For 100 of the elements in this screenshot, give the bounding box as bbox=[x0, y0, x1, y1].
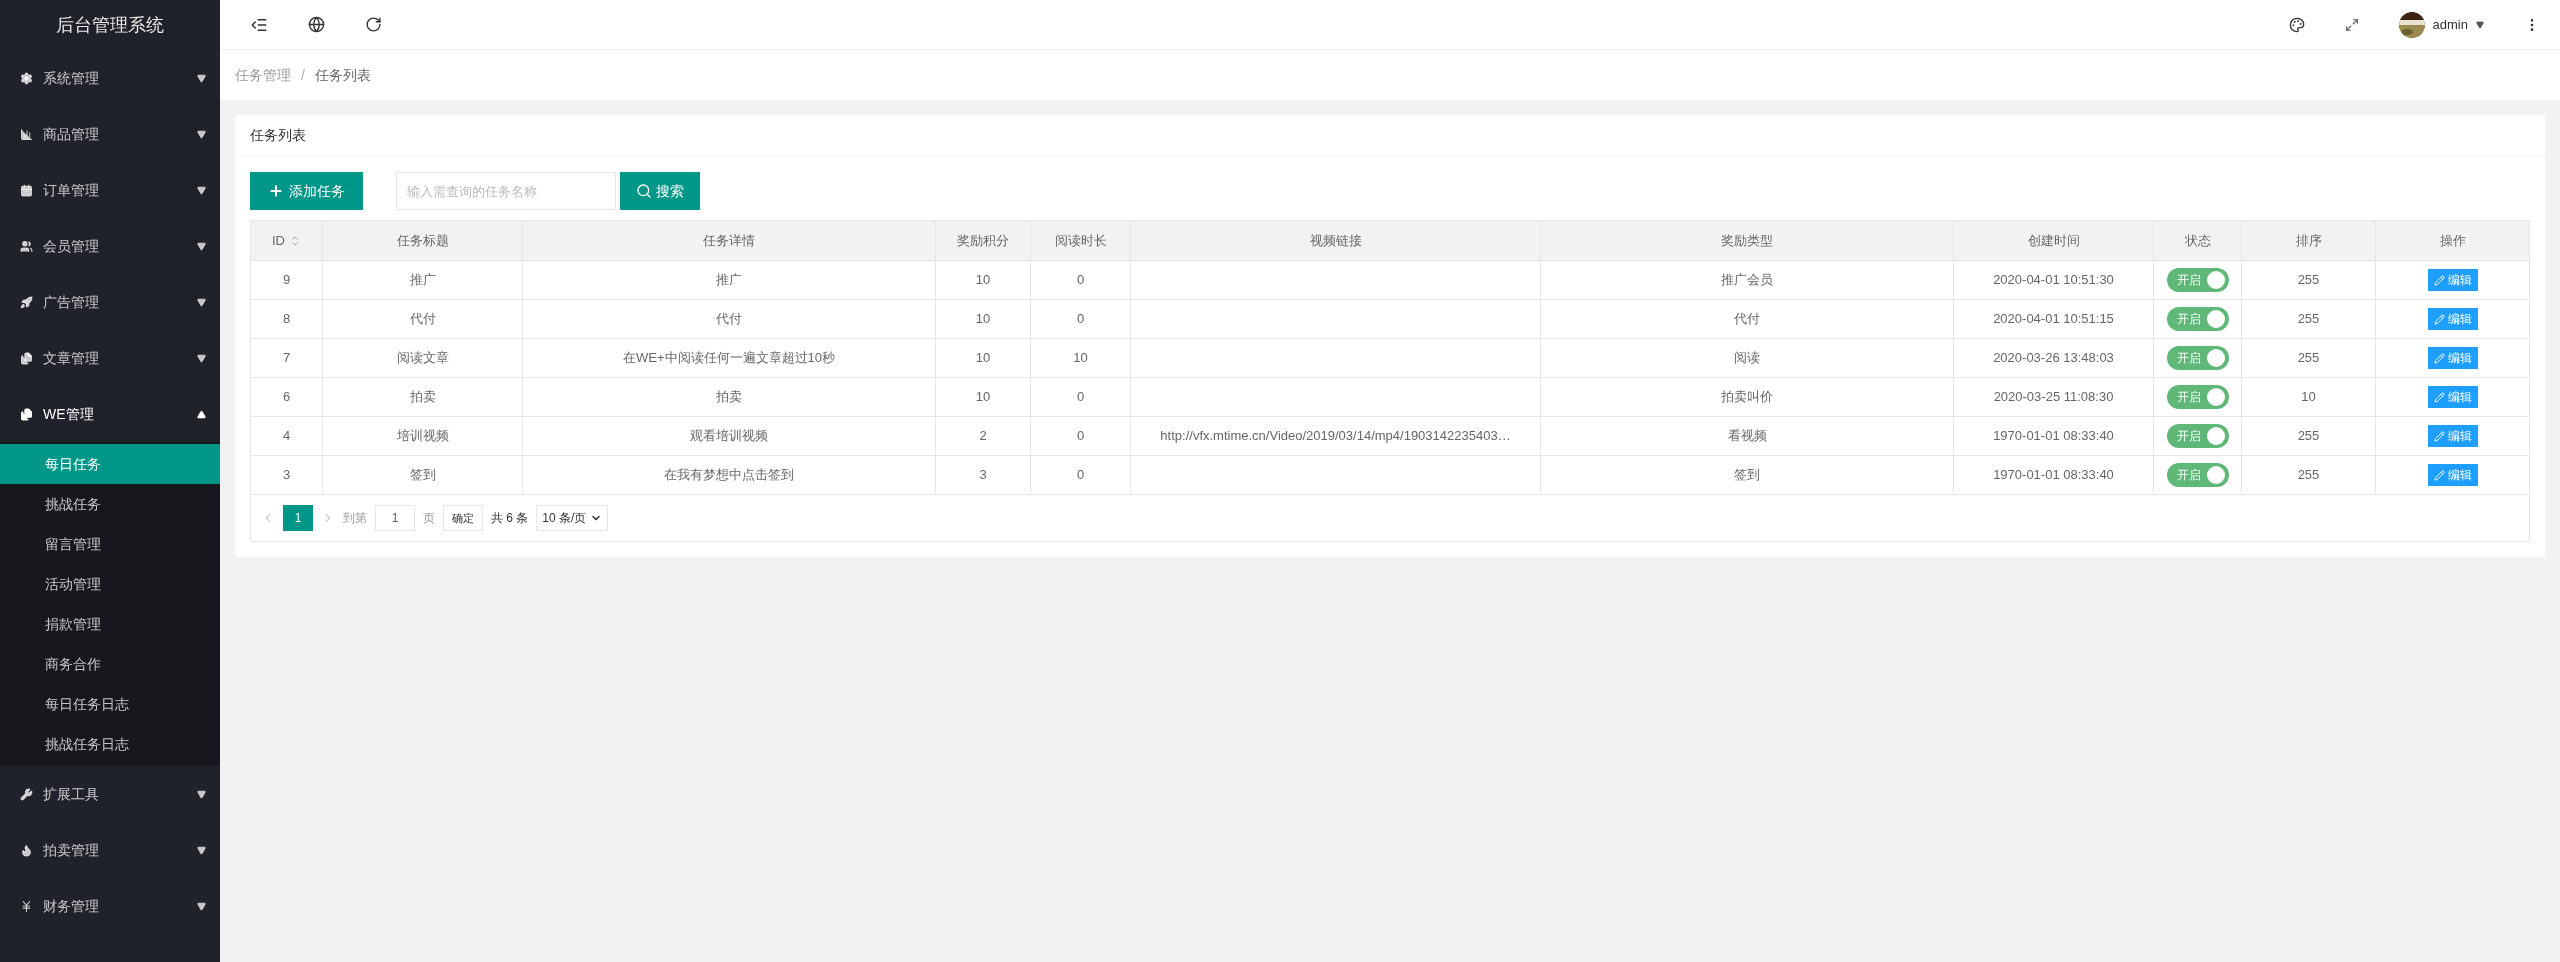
breadcrumb-link[interactable]: 任务列表 bbox=[314, 64, 371, 86]
table-cell-text: 3 bbox=[979, 466, 987, 485]
page-unit: 页 bbox=[423, 510, 435, 527]
column-header: 操作 bbox=[2439, 231, 2466, 250]
globe-icon[interactable] bbox=[308, 16, 325, 33]
column-header: 创建时间 bbox=[2027, 231, 2080, 250]
submenu-item[interactable]: 每日任务 bbox=[0, 444, 220, 484]
sidebar-item[interactable]: 会员管理 bbox=[0, 218, 220, 274]
plus-icon bbox=[268, 183, 284, 199]
submenu-item[interactable]: 留言管理 bbox=[0, 524, 220, 564]
pencil-icon bbox=[2433, 469, 2445, 481]
calendar-icon bbox=[20, 183, 33, 197]
caret-down-icon bbox=[197, 185, 206, 195]
user-name[interactable]: admin bbox=[2432, 14, 2468, 35]
submenu-item[interactable]: 挑战任务日志 bbox=[0, 724, 220, 764]
table-cell-text: 2020-04-01 10:51:15 bbox=[1993, 310, 2114, 329]
table-cell-text: 10 bbox=[1073, 349, 1088, 368]
table-cell-text: 0 bbox=[1076, 271, 1085, 290]
submenu-item[interactable]: 捐款管理 bbox=[0, 604, 220, 644]
sidebar-item[interactable]: 拍卖管理 bbox=[0, 822, 220, 878]
files-icon bbox=[20, 407, 33, 421]
table-cell-text: 9 bbox=[282, 271, 291, 290]
table-cell-text: 签到 bbox=[409, 466, 436, 485]
pencil-icon bbox=[2433, 352, 2445, 364]
submenu-item[interactable]: 挑战任务 bbox=[0, 484, 220, 524]
sidebar-item[interactable]: 广告管理 bbox=[0, 274, 220, 330]
table-cell-text: 拍卖叫价 bbox=[1721, 388, 1773, 407]
breadcrumb-separator: / bbox=[301, 65, 305, 85]
sidebar-item[interactable]: 系统管理 bbox=[0, 50, 220, 106]
yen-icon bbox=[20, 899, 33, 913]
table-cell-text: 7 bbox=[282, 349, 291, 368]
sidebar-item[interactable]: 扩展工具 bbox=[0, 766, 220, 822]
table-cell-text: 10 bbox=[975, 349, 991, 368]
submenu-item[interactable]: 每日任务日志 bbox=[0, 684, 220, 724]
column-header: 任务详情 bbox=[703, 231, 755, 250]
table-cell-text: 阅读文章 bbox=[396, 349, 449, 368]
sidebar-item[interactable]: 订单管理 bbox=[0, 162, 220, 218]
table-cell-text: 255 bbox=[2297, 466, 2320, 485]
column-header[interactable]: ID bbox=[272, 230, 285, 251]
add-button[interactable]: 添加任务 bbox=[250, 172, 363, 210]
column-header: 排序 bbox=[2295, 231, 2322, 250]
caret-down-icon bbox=[197, 129, 206, 139]
pencil-icon bbox=[2433, 313, 2445, 325]
gear-icon bbox=[20, 71, 33, 85]
sidebar-item[interactable]: 财务管理 bbox=[0, 878, 220, 934]
table-cell-text: 0 bbox=[1076, 427, 1085, 446]
table-cell-text: 代付 bbox=[1734, 310, 1760, 329]
sidebar-item[interactable]: 商品管理 bbox=[0, 106, 220, 162]
search-icon bbox=[636, 183, 652, 199]
page-size-select[interactable]: 10 条/页 bbox=[536, 505, 609, 531]
caret-down-icon bbox=[197, 297, 206, 307]
fullscreen-icon[interactable] bbox=[2344, 17, 2359, 32]
table-cell-text: 阅读 bbox=[1734, 349, 1760, 368]
confirm-button[interactable]: 确定 bbox=[443, 505, 483, 531]
table-cell-text: 2 bbox=[979, 427, 987, 446]
table-cell-text: 推广 bbox=[409, 271, 436, 290]
page-button[interactable]: 1 bbox=[283, 505, 313, 531]
search-field[interactable]: 输入需查询的任务名称 bbox=[396, 172, 616, 210]
table-cell-text: 2020-04-01 10:51:30 bbox=[1993, 271, 2114, 290]
table-cell-text: 10 bbox=[975, 271, 991, 290]
column-header: 阅读时长 bbox=[1054, 231, 1107, 250]
sidebar-item[interactable]: 文章管理 bbox=[0, 330, 220, 386]
goto-label: 到第 bbox=[343, 510, 367, 527]
page-input[interactable]: 1 bbox=[375, 505, 415, 531]
card-title: 任务列表 bbox=[235, 115, 2545, 157]
table-cell-text: 推广 bbox=[716, 271, 742, 290]
caret-down-icon bbox=[197, 241, 206, 251]
submenu-item[interactable]: 活动管理 bbox=[0, 564, 220, 604]
submenu-item[interactable]: 商务合作 bbox=[0, 644, 220, 684]
table-cell-text: 代付 bbox=[716, 310, 742, 329]
table-cell-text: 1970-01-01 08:33:40 bbox=[1993, 427, 2114, 446]
wrench-icon bbox=[20, 787, 33, 801]
caret-down-icon[interactable] bbox=[2476, 20, 2484, 29]
table-cell-text: 6 bbox=[282, 388, 291, 407]
search-button[interactable]: 搜索 bbox=[620, 172, 700, 210]
table-cell-text: 10 bbox=[975, 388, 991, 407]
palette-icon[interactable] bbox=[2288, 16, 2305, 33]
table-cell-text: 10 bbox=[2301, 388, 2316, 407]
link-text[interactable]: http://vfx.mtime.cn/Video/2019/03/14/mp4/1903142235403… bbox=[1160, 426, 1511, 446]
table-cell-text: 0 bbox=[1076, 466, 1085, 485]
files-icon bbox=[20, 351, 33, 365]
column-header: 视频链接 bbox=[1309, 231, 1362, 250]
table-cell-text: 代付 bbox=[409, 310, 436, 329]
sidebar-title: 后台管理系统 bbox=[55, 13, 165, 37]
pencil-icon bbox=[2433, 430, 2445, 442]
table-cell-text: 拍卖 bbox=[716, 388, 742, 407]
rocket-icon bbox=[20, 295, 33, 309]
column-header: 奖励类型 bbox=[1721, 231, 1773, 250]
table-cell-text: 255 bbox=[2297, 427, 2320, 446]
table-cell-text: 0 bbox=[1076, 310, 1085, 329]
table-cell-text: 培训视频 bbox=[396, 427, 449, 446]
table-cell-text: 签到 bbox=[1734, 466, 1760, 485]
table-cell-text: 3 bbox=[282, 466, 291, 485]
refresh-icon[interactable] bbox=[365, 16, 382, 33]
table-cell-text: 推广会员 bbox=[1721, 271, 1773, 290]
caret-down-icon bbox=[197, 901, 206, 911]
column-header: 状态 bbox=[2184, 231, 2211, 250]
sidebar-item[interactable]: WE管理 bbox=[0, 386, 220, 442]
table-cell-text: 看视频 bbox=[1727, 427, 1767, 446]
users-icon bbox=[20, 239, 33, 253]
